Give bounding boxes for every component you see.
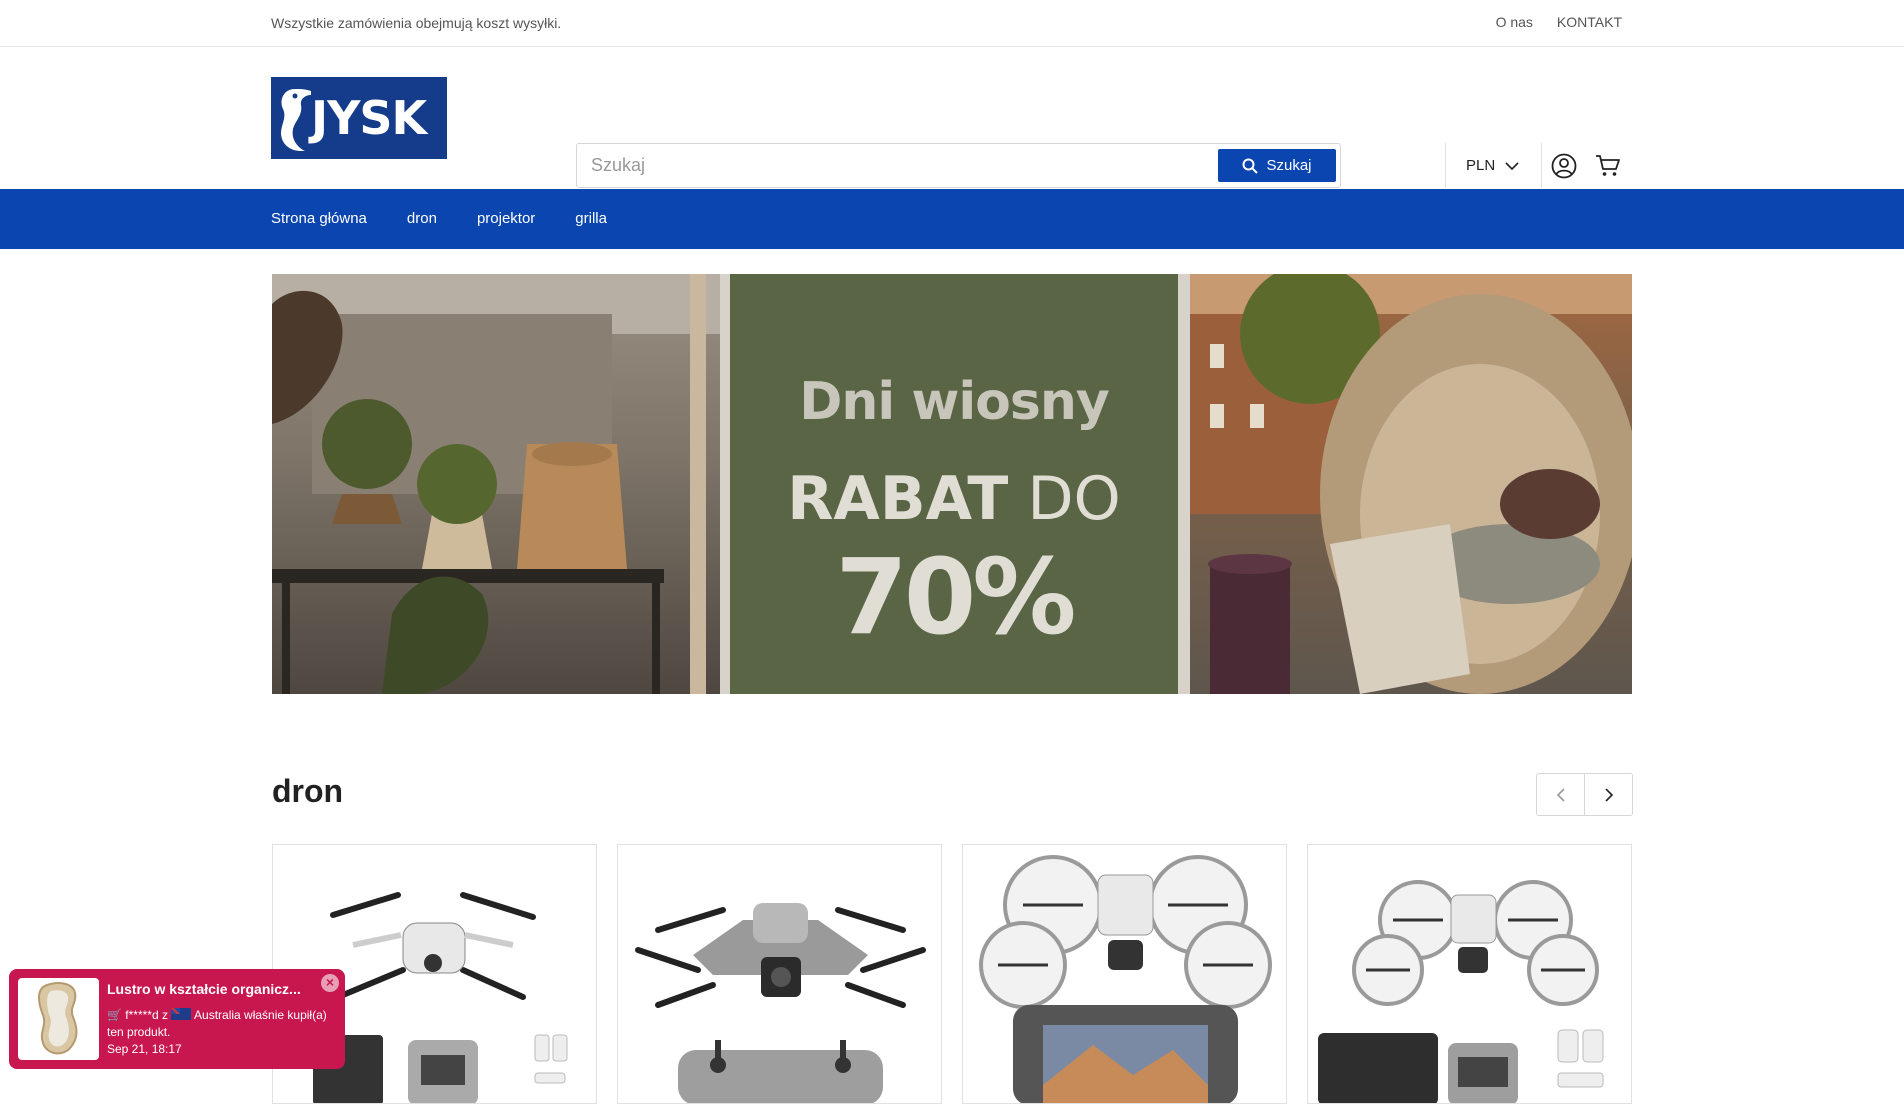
contact-link[interactable]: KONTAKT <box>1557 14 1622 30</box>
search-button-label: Szukaj <box>1266 157 1312 174</box>
notification-message: 🛒 f*****d z Australia właśnie kupił(a) t… <box>107 1007 337 1041</box>
banner-promo-text: Dni wiosny RABAT DO 70% <box>720 274 1190 694</box>
nav-item-home[interactable]: Strona główna <box>271 210 367 227</box>
purchase-notification[interactable]: Lustro w kształcie organicz... 🛒 f*****d… <box>9 969 345 1069</box>
search-bar: Szukaj <box>576 143 1341 188</box>
product-card[interactable] <box>617 844 942 1104</box>
nav-item-grilla[interactable]: grilla <box>575 210 607 227</box>
cart-icon <box>1596 154 1621 176</box>
product-card[interactable] <box>1307 844 1632 1104</box>
search-button[interactable]: Szukaj <box>1218 149 1336 182</box>
drone-flip-product-image <box>979 855 1272 1103</box>
plants-photo-image <box>272 274 720 694</box>
main-nav: Strona główna dron projektor grilla <box>0 189 1904 249</box>
shipping-note: Wszystkie zamówienia obejmują koszt wysy… <box>271 15 562 31</box>
banner-percent: 70% <box>835 536 1077 658</box>
account-button[interactable] <box>1542 143 1586 188</box>
notification-title: Lustro w kształcie organicz... <box>107 981 301 997</box>
notification-time: Sep 21, 18:17 <box>107 1042 182 1056</box>
about-link[interactable]: O nas <box>1496 14 1533 30</box>
cart-button[interactable] <box>1586 143 1630 188</box>
nav-item-dron[interactable]: dron <box>407 210 437 227</box>
product-thumbnail <box>18 978 99 1060</box>
organic-mirror-image <box>37 982 77 1055</box>
banner-photo-plants <box>272 274 720 694</box>
logo-wordmark: JYSK <box>311 91 427 145</box>
banner-discount-label: RABAT DO <box>730 464 1178 534</box>
carousel-prev-button[interactable] <box>1537 774 1584 815</box>
goose-logo-icon <box>281 89 311 151</box>
drone-air-product-image <box>635 903 926 1103</box>
currency-select[interactable]: PLN <box>1446 157 1541 174</box>
close-icon[interactable]: × <box>321 974 339 992</box>
banner-title: Dni wiosny <box>799 372 1110 432</box>
top-info-bar: Wszystkie zamówienia obejmują koszt wysy… <box>0 0 1904 47</box>
chair-photo-image <box>1190 274 1632 694</box>
search-input[interactable] <box>577 144 1217 187</box>
currency-label: PLN <box>1466 157 1496 174</box>
cart-icon: 🛒 <box>107 1008 122 1022</box>
buyer-name: f*****d z <box>125 1008 168 1022</box>
promo-banner[interactable]: Dni wiosny RABAT DO 70% <box>272 274 1632 694</box>
top-links: O nas KONTAKT <box>1496 14 1622 30</box>
banner-photo-chair <box>1190 274 1632 694</box>
carousel-next-button[interactable] <box>1584 774 1632 815</box>
search-icon <box>1242 158 1259 174</box>
user-icon <box>1551 153 1577 178</box>
site-header: JYSK Szukaj PLN <box>0 47 1904 188</box>
chevron-right-icon <box>1604 787 1613 802</box>
banner-do-word: DO <box>1027 464 1121 534</box>
carousel-controls <box>1536 773 1633 816</box>
chevron-left-icon <box>1556 787 1565 802</box>
section-title: dron <box>272 773 344 809</box>
jysk-logo[interactable]: JYSK <box>271 77 447 159</box>
product-card[interactable] <box>962 844 1287 1104</box>
header-actions: PLN <box>1445 143 1630 188</box>
drone-flip-combo-product-image <box>1318 880 1604 1103</box>
chevron-down-icon <box>1505 161 1519 170</box>
nav-item-projektor[interactable]: projektor <box>477 210 535 227</box>
australia-flag-icon <box>171 1008 192 1020</box>
product-carousel <box>272 844 1632 1104</box>
banner-rabat-word: RABAT <box>787 464 1009 534</box>
